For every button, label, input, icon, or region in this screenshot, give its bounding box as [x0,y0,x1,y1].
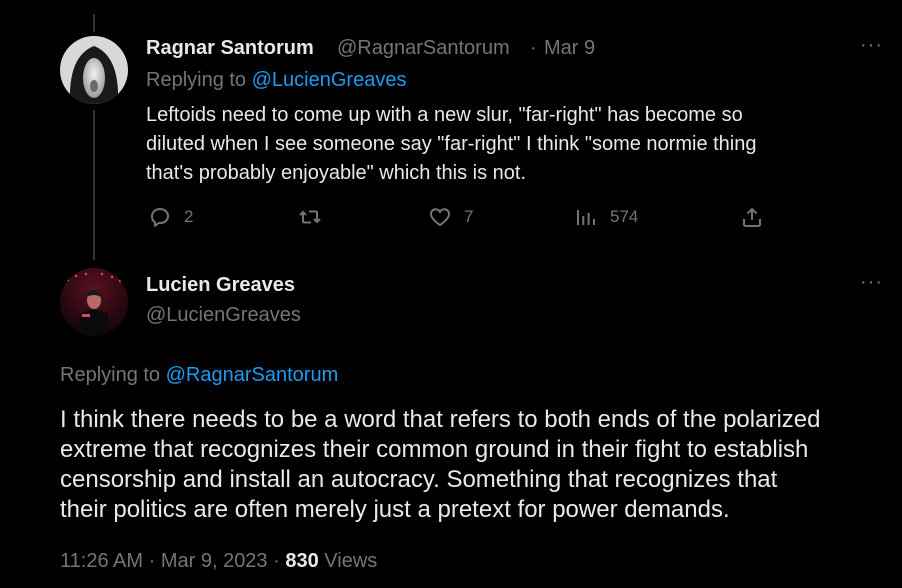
main-author-name[interactable]: Lucien Greaves [146,274,295,297]
main-meta-separator-2: · [273,550,280,572]
reply-text-line: Leftoids need to come up with a new slur… [146,104,743,126]
main-replying-to-prefix: Replying to [60,364,166,386]
main-meta-separator: · [148,550,156,572]
avatar-lucien[interactable] [60,268,128,336]
avatar-lucien-image [60,268,128,336]
reply-header-separator: · [530,37,537,59]
reply-text-line: diluted when I see someone say "far-righ… [146,133,757,155]
avatar-ragnar[interactable] [60,36,128,104]
main-author-handle[interactable]: @LucienGreaves [146,304,301,327]
reply-replying-to-prefix: Replying to [146,69,252,91]
reply-more-icon[interactable]: ··· [860,34,883,57]
like-icon [430,208,450,226]
thread-line-top [93,14,95,32]
main-meta: 11:26 AM · Mar 9, 2023 · 830 Views [60,550,377,573]
main-text-line: extreme that recognizes their common gro… [60,436,809,463]
main-views-label: Views [324,550,378,572]
views-button[interactable]: 574 [574,205,638,229]
reply-replying-to: Replying to @LucienGreaves [146,69,406,92]
reply-text-line: that's probably enjoyable" which this is… [146,162,527,184]
reply-author-name[interactable]: Ragnar Santorum [146,37,314,60]
main-text-line: their politics are often merely just a p… [60,496,730,523]
like-button[interactable]: 7 [428,205,473,229]
views-count: 574 [610,207,639,226]
reply-replying-to-handle[interactable]: @LucienGreaves [252,69,407,91]
reply-text: Leftoids need to come up with a new slur… [146,101,757,188]
main-views-count: 830 [285,550,319,572]
share-icon [743,207,761,227]
reply-date[interactable]: Mar 9 [544,37,595,60]
retweet-icon [299,210,321,224]
views-icon [577,210,595,225]
reply-author-handle[interactable]: @RagnarSantorum [337,37,510,60]
main-text: I think there needs to be a word that re… [60,405,820,525]
main-more-icon[interactable]: ··· [860,271,883,294]
avatar-ragnar-image [60,36,128,104]
main-text-line: censorship and install an autocracy. Som… [60,466,778,493]
share-button[interactable] [740,205,764,229]
main-replying-to: Replying to @RagnarSantorum [60,364,338,387]
thread-line-connector [93,110,95,260]
reply-count: 2 [184,207,194,226]
main-text-line: I think there needs to be a word that re… [60,406,821,433]
reply-button[interactable]: 2 [148,205,193,229]
retweet-button[interactable] [298,205,334,229]
like-count: 7 [464,207,474,226]
main-replying-to-handle[interactable]: @RagnarSantorum [166,364,339,386]
main-time[interactable]: 11:26 AM [60,550,143,572]
reply-icon [151,208,169,227]
main-date[interactable]: Mar 9, 2023 [161,550,268,572]
